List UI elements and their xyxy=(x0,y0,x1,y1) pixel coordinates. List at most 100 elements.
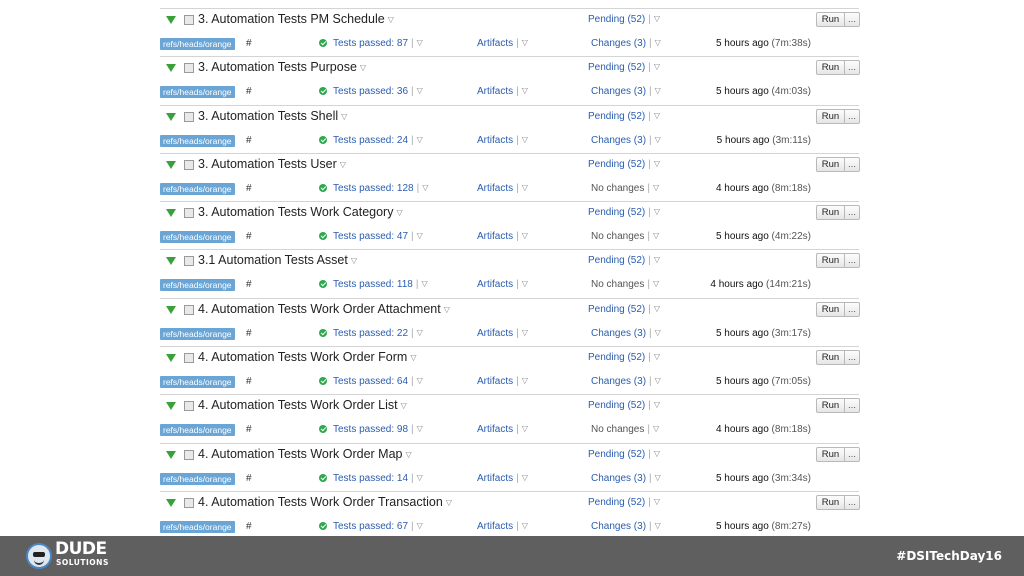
build-status[interactable]: Tests passed: 128 | ▽ xyxy=(319,183,428,194)
chevron-down-icon[interactable]: ▽ xyxy=(654,400,660,409)
run-options-button[interactable]: ... xyxy=(845,253,860,269)
artifacts-link[interactable]: Artifacts | ▽ xyxy=(477,135,528,146)
build-status[interactable]: Tests passed: 36 | ▽ xyxy=(319,86,423,97)
chevron-down-icon[interactable]: ▽ xyxy=(522,424,528,433)
chevron-down-icon[interactable]: ▽ xyxy=(351,256,357,265)
changes-link[interactable]: Changes (3) | ▽ xyxy=(591,521,661,532)
chevron-down-icon[interactable]: ▽ xyxy=(655,135,661,144)
artifacts-link[interactable]: Artifacts | ▽ xyxy=(477,521,528,532)
chevron-down-icon[interactable]: ▽ xyxy=(522,376,528,385)
chevron-down-icon[interactable]: ▽ xyxy=(655,521,661,530)
build-number[interactable]: # xyxy=(246,376,252,387)
artifacts-link[interactable]: Artifacts | ▽ xyxy=(477,231,528,242)
chevron-down-icon[interactable]: ▽ xyxy=(654,62,660,71)
build-config-name[interactable]: 3. Automation Tests Shell ▽ xyxy=(198,109,347,123)
changes-link[interactable]: Changes (3) | ▽ xyxy=(591,376,661,387)
changes-link[interactable]: No changes | ▽ xyxy=(591,279,659,290)
chevron-down-icon[interactable]: ▽ xyxy=(341,112,347,121)
run-button[interactable]: Run xyxy=(816,60,845,76)
pending-link[interactable]: Pending (52) | ▽ xyxy=(588,400,660,411)
chevron-down-icon[interactable]: ▽ xyxy=(654,304,660,313)
pending-link[interactable]: Pending (52) | ▽ xyxy=(588,159,660,170)
pending-link[interactable]: Pending (52) | ▽ xyxy=(588,497,660,508)
build-number[interactable]: # xyxy=(246,424,252,435)
build-status[interactable]: Tests passed: 64 | ▽ xyxy=(319,376,423,387)
collapse-toggle-icon[interactable] xyxy=(166,160,176,169)
run-button[interactable]: Run xyxy=(816,108,845,124)
chevron-down-icon[interactable]: ▽ xyxy=(522,38,528,47)
branch-badge[interactable]: refs/heads/orange xyxy=(160,520,235,533)
chevron-down-icon[interactable]: ▽ xyxy=(655,38,661,47)
pending-link[interactable]: Pending (52) | ▽ xyxy=(588,449,660,460)
chevron-down-icon[interactable]: ▽ xyxy=(655,473,661,482)
chevron-down-icon[interactable]: ▽ xyxy=(654,255,660,264)
build-number[interactable]: # xyxy=(246,183,252,194)
build-status[interactable]: Tests passed: 47 | ▽ xyxy=(319,231,423,242)
pending-link[interactable]: Pending (52) | ▽ xyxy=(588,111,660,122)
run-options-button[interactable]: ... xyxy=(845,446,860,462)
build-number[interactable]: # xyxy=(246,231,252,242)
build-status[interactable]: Tests passed: 22 | ▽ xyxy=(319,328,423,339)
build-config-name[interactable]: 4. Automation Tests Work Order Transacti… xyxy=(198,495,452,509)
chevron-down-icon[interactable]: ▽ xyxy=(522,231,528,240)
chevron-down-icon[interactable]: ▽ xyxy=(522,135,528,144)
build-config-name[interactable]: 4. Automation Tests Work Order List ▽ xyxy=(198,398,407,412)
pending-link[interactable]: Pending (52) | ▽ xyxy=(588,304,660,315)
changes-link[interactable]: Changes (3) | ▽ xyxy=(591,86,661,97)
artifacts-link[interactable]: Artifacts | ▽ xyxy=(477,38,528,49)
build-status[interactable]: Tests passed: 14 | ▽ xyxy=(319,473,423,484)
collapse-toggle-icon[interactable] xyxy=(166,112,176,121)
run-button[interactable]: Run xyxy=(816,156,845,172)
pending-link[interactable]: Pending (52) | ▽ xyxy=(588,352,660,363)
chevron-down-icon[interactable]: ▽ xyxy=(417,376,423,385)
branch-badge[interactable]: refs/heads/orange xyxy=(160,279,235,292)
artifacts-link[interactable]: Artifacts | ▽ xyxy=(477,328,528,339)
build-number[interactable]: # xyxy=(246,279,252,290)
chevron-down-icon[interactable]: ▽ xyxy=(653,183,659,192)
chevron-down-icon[interactable]: ▽ xyxy=(654,111,660,120)
collapse-toggle-icon[interactable] xyxy=(166,305,176,314)
build-number[interactable]: # xyxy=(246,38,252,49)
build-config-name[interactable]: 3. Automation Tests PM Schedule ▽ xyxy=(198,12,394,26)
collapse-toggle-icon[interactable] xyxy=(166,402,176,411)
chevron-down-icon[interactable]: ▽ xyxy=(654,352,660,361)
run-button[interactable]: Run xyxy=(816,398,845,414)
chevron-down-icon[interactable]: ▽ xyxy=(654,207,660,216)
branch-badge[interactable]: refs/heads/orange xyxy=(160,327,235,340)
changes-link[interactable]: Changes (3) | ▽ xyxy=(591,38,661,49)
chevron-down-icon[interactable]: ▽ xyxy=(653,279,659,288)
artifacts-link[interactable]: Artifacts | ▽ xyxy=(477,424,528,435)
chevron-down-icon[interactable]: ▽ xyxy=(444,305,450,314)
build-config-name[interactable]: 4. Automation Tests Work Order Map ▽ xyxy=(198,447,412,461)
run-options-button[interactable]: ... xyxy=(845,12,860,27)
run-button[interactable]: Run xyxy=(816,205,845,221)
pending-link[interactable]: Pending (52) | ▽ xyxy=(588,255,660,266)
run-button[interactable]: Run xyxy=(816,350,845,366)
build-status[interactable]: Tests passed: 98 | ▽ xyxy=(319,424,423,435)
build-config-name[interactable]: 3. Automation Tests User ▽ xyxy=(198,157,346,171)
collapse-toggle-icon[interactable] xyxy=(166,498,176,507)
run-button[interactable]: Run xyxy=(816,446,845,462)
collapse-toggle-icon[interactable] xyxy=(166,450,176,459)
chevron-down-icon[interactable]: ▽ xyxy=(522,86,528,95)
run-options-button[interactable]: ... xyxy=(845,60,860,76)
pending-link[interactable]: Pending (52) | ▽ xyxy=(588,14,660,25)
collapse-toggle-icon[interactable] xyxy=(166,257,176,266)
artifacts-link[interactable]: Artifacts | ▽ xyxy=(477,473,528,484)
chevron-down-icon[interactable]: ▽ xyxy=(653,231,659,240)
chevron-down-icon[interactable]: ▽ xyxy=(406,450,412,459)
artifacts-link[interactable]: Artifacts | ▽ xyxy=(477,183,528,194)
branch-badge[interactable]: refs/heads/orange xyxy=(160,376,235,389)
pending-link[interactable]: Pending (52) | ▽ xyxy=(588,207,660,218)
chevron-down-icon[interactable]: ▽ xyxy=(522,328,528,337)
chevron-down-icon[interactable]: ▽ xyxy=(401,401,407,410)
chevron-down-icon[interactable]: ▽ xyxy=(417,86,423,95)
chevron-down-icon[interactable]: ▽ xyxy=(417,424,423,433)
run-options-button[interactable]: ... xyxy=(845,301,860,317)
run-options-button[interactable]: ... xyxy=(845,205,860,221)
chevron-down-icon[interactable]: ▽ xyxy=(653,424,659,433)
chevron-down-icon[interactable]: ▽ xyxy=(417,135,423,144)
build-config-name[interactable]: 3. Automation Tests Purpose ▽ xyxy=(198,60,366,74)
chevron-down-icon[interactable]: ▽ xyxy=(417,38,423,47)
chevron-down-icon[interactable]: ▽ xyxy=(340,160,346,169)
